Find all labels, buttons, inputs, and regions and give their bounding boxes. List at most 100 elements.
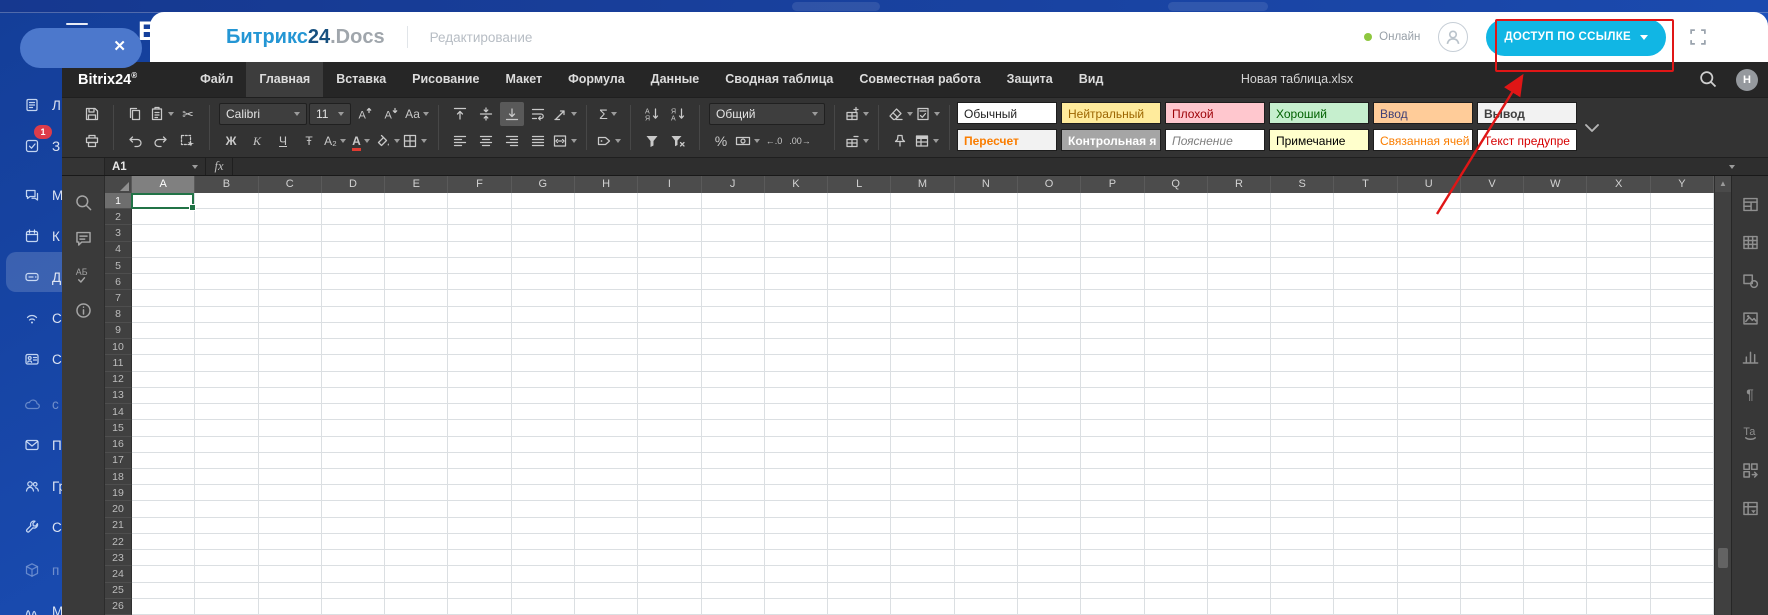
grid-cell-P15[interactable] bbox=[1081, 420, 1144, 436]
grid-cell-E20[interactable] bbox=[385, 501, 448, 517]
strike-button[interactable]: Ŧ bbox=[297, 129, 321, 153]
grid-cell-Y2[interactable] bbox=[1651, 209, 1714, 225]
column-header-D[interactable]: D bbox=[322, 176, 385, 193]
grid-cell-Y19[interactable] bbox=[1651, 485, 1714, 501]
grid-cell-Y5[interactable] bbox=[1651, 258, 1714, 274]
grid-cell-T16[interactable] bbox=[1334, 437, 1397, 453]
grid-cell-G23[interactable] bbox=[512, 550, 575, 566]
grid-cell-C12[interactable] bbox=[259, 372, 322, 388]
grid-cell-R22[interactable] bbox=[1208, 534, 1271, 550]
grid-cell-G22[interactable] bbox=[512, 534, 575, 550]
grid-cell-H23[interactable] bbox=[575, 550, 638, 566]
grid-cell-L18[interactable] bbox=[828, 469, 891, 485]
font-color-button[interactable]: А bbox=[349, 129, 373, 153]
grid-cell-F19[interactable] bbox=[448, 485, 511, 501]
grid-cell-N13[interactable] bbox=[955, 388, 1018, 404]
column-header-L[interactable]: L bbox=[828, 176, 891, 193]
grid-cell-U1[interactable] bbox=[1398, 193, 1461, 209]
grid-cell-P4[interactable] bbox=[1081, 242, 1144, 258]
grid-cell-R25[interactable] bbox=[1208, 583, 1271, 599]
grid-cell-R19[interactable] bbox=[1208, 485, 1271, 501]
grid-cell-Y1[interactable] bbox=[1651, 193, 1714, 209]
grid-cell-X3[interactable] bbox=[1587, 225, 1650, 241]
grid-cell-J25[interactable] bbox=[702, 583, 765, 599]
grid-cell-L5[interactable] bbox=[828, 258, 891, 274]
grid-cell-W9[interactable] bbox=[1524, 323, 1587, 339]
grid-cell-C26[interactable] bbox=[259, 599, 322, 615]
grid-cell-J21[interactable] bbox=[702, 518, 765, 534]
grid-cell-P5[interactable] bbox=[1081, 258, 1144, 274]
grid-cell-T8[interactable] bbox=[1334, 307, 1397, 323]
grid-cell-M4[interactable] bbox=[891, 242, 954, 258]
grid-cell-Y25[interactable] bbox=[1651, 583, 1714, 599]
grid-cell-B25[interactable] bbox=[195, 583, 258, 599]
grid-cell-T23[interactable] bbox=[1334, 550, 1397, 566]
grid-cell-X24[interactable] bbox=[1587, 566, 1650, 582]
grid-cell-P7[interactable] bbox=[1081, 290, 1144, 306]
grid-cell-L26[interactable] bbox=[828, 599, 891, 615]
grid-cell-J23[interactable] bbox=[702, 550, 765, 566]
grid-cell-V21[interactable] bbox=[1461, 518, 1524, 534]
grid-cell-X19[interactable] bbox=[1587, 485, 1650, 501]
grid-cell-Q15[interactable] bbox=[1145, 420, 1208, 436]
grid-cell-L4[interactable] bbox=[828, 242, 891, 258]
grid-cell-N22[interactable] bbox=[955, 534, 1018, 550]
grid-cell-I19[interactable] bbox=[638, 485, 701, 501]
grid-cell-F23[interactable] bbox=[448, 550, 511, 566]
select-all-corner[interactable] bbox=[105, 176, 132, 193]
grid-cell-P23[interactable] bbox=[1081, 550, 1144, 566]
row-header-22[interactable]: 22 bbox=[105, 534, 132, 550]
grid-cell-F11[interactable] bbox=[448, 355, 511, 371]
grid-cell-P11[interactable] bbox=[1081, 355, 1144, 371]
grid-cell-U15[interactable] bbox=[1398, 420, 1461, 436]
textart-settings-button[interactable]: Та bbox=[1738, 420, 1762, 444]
grid-cell-K12[interactable] bbox=[765, 372, 828, 388]
grid-cell-V5[interactable] bbox=[1461, 258, 1524, 274]
grid-cell-R4[interactable] bbox=[1208, 242, 1271, 258]
grid-cell-E24[interactable] bbox=[385, 566, 448, 582]
grid-cell-U7[interactable] bbox=[1398, 290, 1461, 306]
grid-cell-R2[interactable] bbox=[1208, 209, 1271, 225]
grid-cell-B5[interactable] bbox=[195, 258, 258, 274]
grid-cell-J20[interactable] bbox=[702, 501, 765, 517]
grid-cell-Q21[interactable] bbox=[1145, 518, 1208, 534]
grid-cell-G2[interactable] bbox=[512, 209, 575, 225]
formula-bar-expand-button[interactable] bbox=[1718, 158, 1742, 175]
grid-cell-L12[interactable] bbox=[828, 372, 891, 388]
grid-cell-R12[interactable] bbox=[1208, 372, 1271, 388]
grid-cell-F5[interactable] bbox=[448, 258, 511, 274]
grid-cell-B2[interactable] bbox=[195, 209, 258, 225]
grid-cell-H16[interactable] bbox=[575, 437, 638, 453]
underline-button[interactable]: Ч bbox=[271, 129, 295, 153]
menu-tab-совместная-работа[interactable]: Совместная работа bbox=[846, 62, 993, 97]
user-avatar[interactable] bbox=[1438, 22, 1468, 52]
spellcheck-button[interactable]: АБ bbox=[71, 262, 95, 286]
grid-cell-O9[interactable] bbox=[1018, 323, 1081, 339]
grid-cell-P24[interactable] bbox=[1081, 566, 1144, 582]
grid-cell-W14[interactable] bbox=[1524, 404, 1587, 420]
grid-cell-P6[interactable] bbox=[1081, 274, 1144, 290]
grid-cell-M10[interactable] bbox=[891, 339, 954, 355]
grid-cell-W4[interactable] bbox=[1524, 242, 1587, 258]
grid-cell-F4[interactable] bbox=[448, 242, 511, 258]
grid-cell-S11[interactable] bbox=[1271, 355, 1334, 371]
grid-cell-R3[interactable] bbox=[1208, 225, 1271, 241]
fullscreen-expand-icon[interactable] bbox=[1688, 27, 1708, 47]
menu-tab-защита[interactable]: Защита bbox=[994, 62, 1066, 97]
grid-cell-Q13[interactable] bbox=[1145, 388, 1208, 404]
grid-cell-X1[interactable] bbox=[1587, 193, 1650, 209]
row-header-9[interactable]: 9 bbox=[105, 323, 132, 339]
grid-cell-U9[interactable] bbox=[1398, 323, 1461, 339]
grid-cell-C24[interactable] bbox=[259, 566, 322, 582]
grid-cell-J26[interactable] bbox=[702, 599, 765, 615]
grid-cell-N17[interactable] bbox=[955, 453, 1018, 469]
grid-cell-V9[interactable] bbox=[1461, 323, 1524, 339]
grid-cell-M22[interactable] bbox=[891, 534, 954, 550]
grid-cell-P16[interactable] bbox=[1081, 437, 1144, 453]
grid-cell-U12[interactable] bbox=[1398, 372, 1461, 388]
grid-cell-Y24[interactable] bbox=[1651, 566, 1714, 582]
cell-style-swatch[interactable]: Нейтральный bbox=[1061, 102, 1161, 124]
grid-cell-A21[interactable] bbox=[132, 518, 195, 534]
row-header-5[interactable]: 5 bbox=[105, 258, 132, 274]
grid-cell-Y12[interactable] bbox=[1651, 372, 1714, 388]
